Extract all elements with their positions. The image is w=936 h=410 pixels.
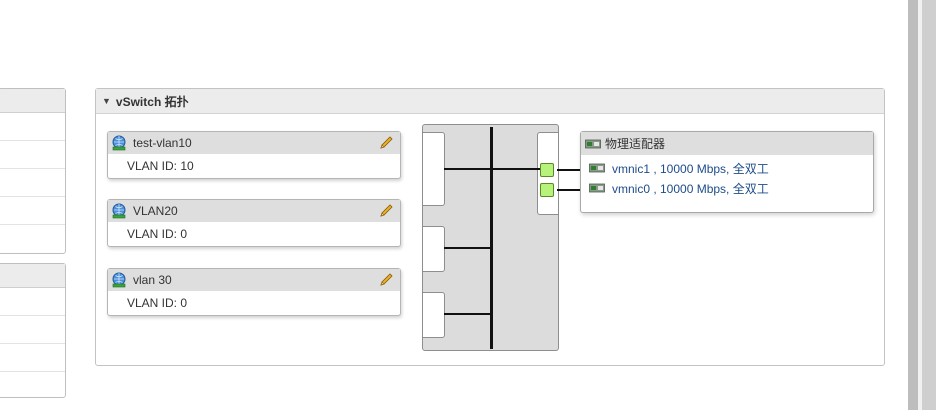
left-panel-top bbox=[0, 88, 66, 254]
switch-bus-line bbox=[490, 127, 493, 349]
port-group-name: test-vlan10 bbox=[133, 136, 192, 150]
port-group-card[interactable]: vlan 30 VLAN ID: 0 bbox=[107, 268, 401, 316]
network-globe-icon bbox=[112, 272, 126, 288]
pencil-icon[interactable] bbox=[378, 203, 394, 219]
port-link-line bbox=[444, 247, 492, 249]
nic-link-line bbox=[557, 189, 580, 191]
vswitch-topology-header[interactable]: ▼ vSwitch 拓扑 bbox=[96, 89, 884, 114]
list-item[interactable] bbox=[0, 288, 65, 316]
port-group-header: test-vlan10 bbox=[108, 132, 400, 154]
list-item[interactable] bbox=[0, 316, 65, 344]
port-group-card[interactable]: test-vlan10 VLAN ID: 10 bbox=[107, 131, 401, 179]
physical-adapter-row[interactable]: vmnic0 , 10000 Mbps, 全双工 bbox=[581, 178, 873, 198]
virtual-port-slot bbox=[422, 132, 445, 206]
list-item[interactable] bbox=[0, 197, 65, 225]
left-panel-bottom bbox=[0, 263, 66, 398]
vswitch-topology-panel: ▼ vSwitch 拓扑 test-vlan10 VLAN ID: 10 VLA… bbox=[95, 88, 885, 366]
port-link-line bbox=[444, 168, 492, 170]
scrollbar[interactable] bbox=[908, 0, 918, 410]
port-group-vlan: VLAN ID: 10 bbox=[127, 159, 194, 173]
list-item[interactable] bbox=[0, 113, 65, 141]
pencil-icon[interactable] bbox=[378, 135, 394, 151]
uplink-line bbox=[492, 168, 542, 170]
nic-card-icon bbox=[589, 163, 605, 173]
virtual-port-slot bbox=[422, 226, 445, 272]
vswitch-topology-title: vSwitch 拓扑 bbox=[115, 94, 189, 109]
list-item[interactable] bbox=[0, 344, 65, 372]
port-group-vlan: VLAN ID: 0 bbox=[127, 296, 188, 310]
physical-adapters-header: 物理适配器 bbox=[581, 132, 873, 155]
physical-adapters-card: 物理适配器 vmnic1 , 10000 Mbps, 全双工 vmnic0 , … bbox=[580, 131, 874, 213]
pencil-icon[interactable] bbox=[378, 272, 394, 288]
uplink-port-icon bbox=[540, 163, 554, 177]
vswitch-diagram bbox=[422, 124, 559, 351]
left-panel-bottom-header bbox=[0, 264, 65, 288]
port-group-name: vlan 30 bbox=[133, 273, 172, 287]
network-globe-icon bbox=[112, 135, 126, 151]
list-item[interactable] bbox=[0, 169, 65, 197]
physical-adapter-label[interactable]: vmnic0 , 10000 Mbps, 全双工 bbox=[612, 180, 769, 197]
port-link-line bbox=[444, 313, 492, 315]
port-group-name: VLAN20 bbox=[133, 204, 178, 218]
nic-link-line bbox=[557, 169, 580, 171]
list-item[interactable] bbox=[0, 372, 65, 397]
scrollbar-track[interactable] bbox=[922, 0, 936, 410]
uplink-port-icon bbox=[540, 183, 554, 197]
nic-card-icon bbox=[589, 183, 605, 193]
port-group-card[interactable]: VLAN20 VLAN ID: 0 bbox=[107, 199, 401, 247]
network-globe-icon bbox=[112, 203, 126, 219]
caret-down-icon[interactable]: ▼ bbox=[102, 96, 111, 106]
left-panel-top-header bbox=[0, 89, 65, 113]
physical-adapters-title: 物理适配器 bbox=[605, 137, 666, 151]
port-group-header: VLAN20 bbox=[108, 200, 400, 222]
virtual-port-slot bbox=[422, 292, 445, 338]
nic-card-icon bbox=[585, 139, 601, 148]
list-item[interactable] bbox=[0, 225, 65, 253]
physical-adapter-label[interactable]: vmnic1 , 10000 Mbps, 全双工 bbox=[612, 160, 769, 177]
port-group-vlan: VLAN ID: 0 bbox=[127, 227, 188, 241]
list-item[interactable] bbox=[0, 141, 65, 169]
physical-adapter-row[interactable]: vmnic1 , 10000 Mbps, 全双工 bbox=[581, 158, 873, 178]
port-group-header: vlan 30 bbox=[108, 269, 400, 291]
